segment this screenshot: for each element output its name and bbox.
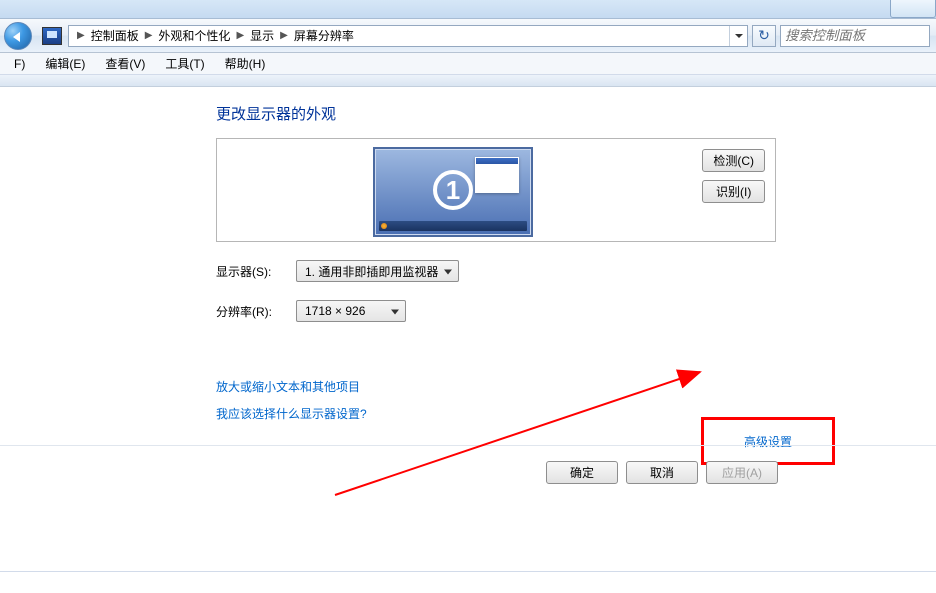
display-select-value: 1. 通用非即插即用监视器 xyxy=(305,263,438,280)
chevron-right-icon: ▶ xyxy=(75,30,87,41)
divider xyxy=(0,445,936,446)
monitor-preview-taskbar-icon xyxy=(379,221,527,231)
breadcrumb-dropdown[interactable] xyxy=(729,26,747,46)
display-select[interactable]: 1. 通用非即插即用监视器 xyxy=(296,260,459,282)
monitor-preview-window-icon xyxy=(475,157,519,193)
window-minimize-button[interactable] xyxy=(890,0,936,18)
breadcrumb-item[interactable]: 外观和个性化 xyxy=(154,27,234,44)
resolution-select-label: 分辨率(R): xyxy=(216,303,296,320)
resolution-select[interactable]: 1718 × 926 xyxy=(296,300,406,322)
breadcrumb-item[interactable]: 控制面板 xyxy=(87,27,143,44)
resolution-select-value: 1718 × 926 xyxy=(305,304,365,318)
window-titlebar xyxy=(0,0,936,19)
detect-button[interactable]: 检测(C) xyxy=(702,149,765,172)
breadcrumb-item[interactable]: 屏幕分辨率 xyxy=(290,27,358,44)
apply-button[interactable]: 应用(A) xyxy=(706,461,778,484)
display-help-link[interactable]: 我应该选择什么显示器设置? xyxy=(216,405,936,422)
menu-bar: F) 编辑(E) 查看(V) 工具(T) 帮助(H) xyxy=(0,53,936,75)
chevron-right-icon: ▶ xyxy=(278,30,290,41)
monitor-1-preview[interactable]: 1 xyxy=(373,147,533,237)
monitor-number-badge: 1 xyxy=(433,170,473,210)
menu-tools[interactable]: 工具(T) xyxy=(155,53,214,74)
control-panel-icon xyxy=(42,27,62,45)
menu-view[interactable]: 查看(V) xyxy=(95,53,155,74)
menu-file[interactable]: F) xyxy=(4,55,35,73)
refresh-button[interactable]: ↻ xyxy=(752,25,776,47)
back-button[interactable] xyxy=(4,22,32,50)
status-bar xyxy=(0,571,936,593)
ok-button[interactable]: 确定 xyxy=(546,461,618,484)
cancel-button[interactable]: 取消 xyxy=(626,461,698,484)
content-area: 更改显示器的外观 1 检测(C) 识别(I) 显示器(S): 1. 通用非即插即… xyxy=(0,87,936,547)
breadcrumb[interactable]: ▶ 控制面板 ▶ 外观和个性化 ▶ 显示 ▶ 屏幕分辨率 xyxy=(68,25,748,47)
display-select-label: 显示器(S): xyxy=(216,263,296,280)
advanced-settings-link[interactable]: 高级设置 xyxy=(744,433,792,450)
navigation-bar: ▶ 控制面板 ▶ 外观和个性化 ▶ 显示 ▶ 屏幕分辨率 ↻ xyxy=(0,19,936,53)
menu-help[interactable]: 帮助(H) xyxy=(215,53,276,74)
chevron-right-icon: ▶ xyxy=(143,30,155,41)
identify-button[interactable]: 识别(I) xyxy=(702,180,765,203)
display-arrangement-box[interactable]: 1 检测(C) 识别(I) xyxy=(216,138,776,242)
toolbar xyxy=(0,75,936,87)
search-input[interactable] xyxy=(780,25,930,47)
breadcrumb-item[interactable]: 显示 xyxy=(246,27,278,44)
chevron-right-icon: ▶ xyxy=(234,30,246,41)
text-scaling-link[interactable]: 放大或缩小文本和其他项目 xyxy=(216,378,936,395)
page-title: 更改显示器的外观 xyxy=(216,103,936,124)
menu-edit[interactable]: 编辑(E) xyxy=(35,53,95,74)
